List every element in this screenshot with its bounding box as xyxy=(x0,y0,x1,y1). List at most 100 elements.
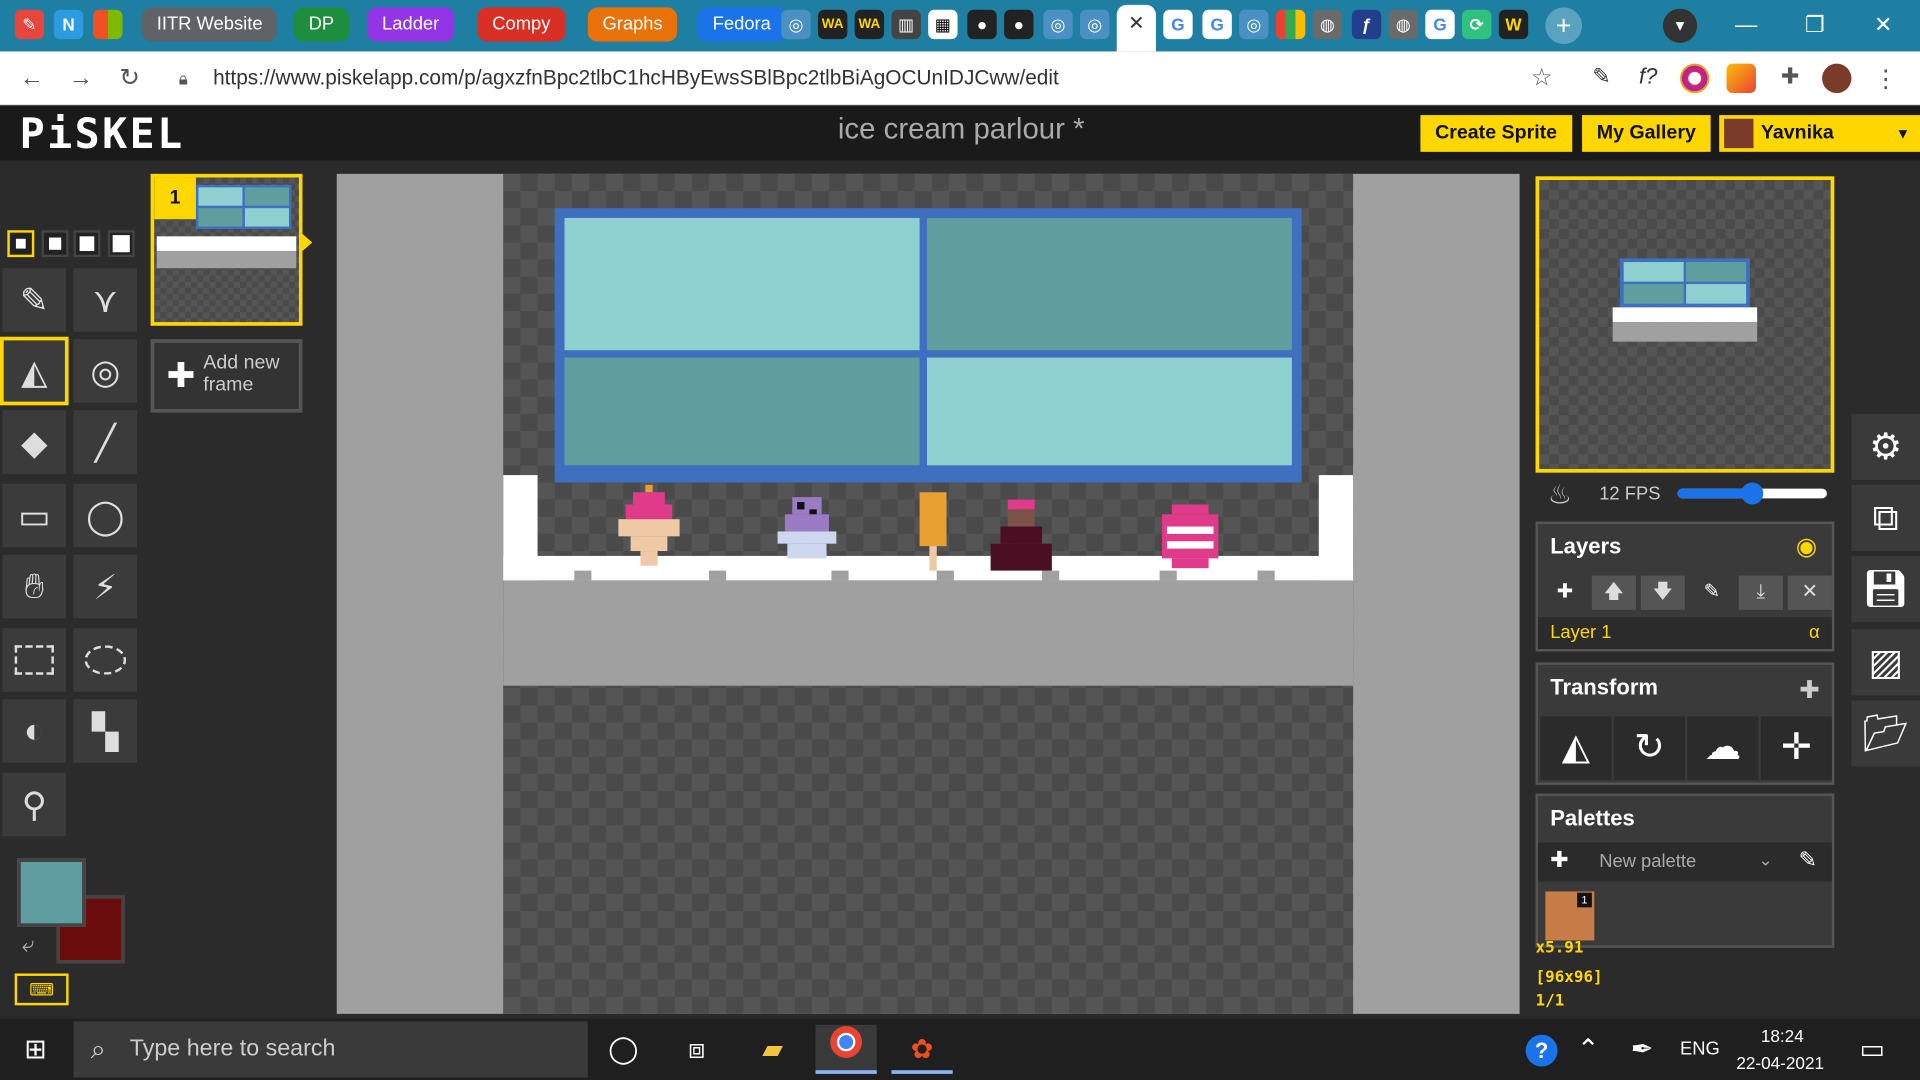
piskel-logo[interactable]: PiSKEL xyxy=(20,110,185,159)
keyboard-shortcuts-icon[interactable]: ⌨ xyxy=(14,973,69,1006)
primary-color-swatch[interactable] xyxy=(17,858,86,927)
tab-group-compy[interactable]: Compy xyxy=(477,7,566,42)
stroke-tool[interactable]: ╱ xyxy=(71,407,140,477)
google-tab-icon[interactable]: G xyxy=(1202,9,1232,40)
move-layer-down-button[interactable]: 🡇︎ xyxy=(1640,575,1685,610)
notification-center-button[interactable]: ▭ xyxy=(1842,1025,1903,1074)
github-tab-icon[interactable]: ● xyxy=(967,9,997,40)
tab-group-graphs[interactable]: Graphs xyxy=(587,7,678,42)
eye-icon[interactable]: ◉ xyxy=(1796,531,1817,562)
chrome-button[interactable] xyxy=(815,1024,877,1074)
wa-tab-icon[interactable]: WA xyxy=(854,9,885,40)
paint-same-color-tool[interactable]: ◎ xyxy=(71,336,140,406)
tab-group-ladder[interactable]: Ladder xyxy=(367,7,454,42)
lighten-tool[interactable]: ◐ xyxy=(0,696,69,766)
profile-avatar[interactable] xyxy=(1822,63,1852,94)
figma-button[interactable]: ✿ xyxy=(891,1025,953,1074)
taskbar-search[interactable]: ⌕ Type here to search xyxy=(73,1021,588,1078)
export-button[interactable]: ▨ xyxy=(1851,629,1920,698)
save-button[interactable]: 💾︎ xyxy=(1851,555,1920,625)
eraser-tool[interactable]: ◆ xyxy=(0,407,69,477)
animation-preview[interactable] xyxy=(1535,176,1835,473)
microsoft-tab-icon[interactable] xyxy=(93,9,123,40)
swap-colors-icon[interactable]: ⤶ xyxy=(22,932,34,958)
book-tab-icon[interactable]: ▥ xyxy=(891,9,921,40)
wa-tab-icon[interactable]: WA xyxy=(817,9,848,40)
plus-icon[interactable]: ✚ xyxy=(1799,675,1820,706)
add-new-frame-button[interactable]: ✚ Add new frame xyxy=(150,339,303,413)
shape-selection-tool[interactable]: ⚡︎ xyxy=(71,552,140,621)
minimize-button[interactable]: — xyxy=(1722,7,1771,41)
reload-button[interactable]: ↻ xyxy=(113,61,147,95)
color-extension-icon[interactable] xyxy=(1680,63,1710,94)
google-tab-icon[interactable]: G xyxy=(1163,9,1193,40)
fps-slider[interactable] xyxy=(1677,482,1827,505)
drawing-canvas[interactable] xyxy=(503,173,1354,1014)
cortana-button[interactable]: ◯ xyxy=(593,1025,654,1074)
settings-button[interactable]: ⚙ xyxy=(1851,413,1920,483)
start-button[interactable]: ⊞ xyxy=(5,1025,66,1074)
move-layer-up-button[interactable]: 🡅︎ xyxy=(1591,575,1636,610)
w-tab-icon[interactable]: W xyxy=(1498,9,1529,40)
fps-slider-thumb[interactable] xyxy=(1741,482,1764,505)
globe-tab-icon[interactable]: ◍ xyxy=(1312,9,1343,40)
piskel-tab-icon[interactable]: ✎ xyxy=(14,9,45,40)
tab-icon[interactable]: ◎ xyxy=(781,9,811,40)
clone-button[interactable]: ☁ xyxy=(1687,716,1759,781)
add-layer-button[interactable]: ✚ xyxy=(1542,575,1587,610)
address-bar[interactable]: 🔒︎ https://www.piskelapp.com/p/agxzfnBpc… xyxy=(164,58,1570,98)
chevron-down-icon[interactable]: ⌄ xyxy=(1758,850,1772,871)
edit-palette-icon[interactable]: ✎ xyxy=(1799,847,1817,873)
edit-layer-button[interactable]: ✎ xyxy=(1689,575,1734,610)
tab-group-dp[interactable]: DP xyxy=(293,7,349,42)
github-tab-icon[interactable]: ● xyxy=(1004,9,1034,40)
puzzle-icon[interactable]: ✚ xyxy=(1776,64,1805,93)
palette-select[interactable]: New palette xyxy=(1599,851,1696,872)
flip-button[interactable]: ◭ xyxy=(1540,716,1612,781)
grid-tab-icon[interactable] xyxy=(1275,9,1306,40)
menu-icon[interactable]: ⋮ xyxy=(1871,64,1900,93)
circle-tool[interactable]: ◯ xyxy=(71,481,140,550)
merge-layer-button[interactable]: ⤓ xyxy=(1738,575,1783,610)
clock-date[interactable]: 22-04-2021 xyxy=(1736,1053,1824,1073)
pen-size-4[interactable] xyxy=(107,230,135,258)
show-hidden-icons[interactable]: ⌃ xyxy=(1558,1025,1619,1074)
create-sprite-button[interactable]: Create Sprite xyxy=(1420,115,1572,152)
palette-color-swatch[interactable]: 1 xyxy=(1545,891,1595,941)
pen-size-2[interactable] xyxy=(41,230,69,258)
star-icon[interactable]: ☆ xyxy=(1531,59,1553,98)
align-button[interactable]: ✛ xyxy=(1760,716,1832,781)
sync-tab-icon[interactable]: ⟳ xyxy=(1462,9,1492,40)
tab-group-iitr-website[interactable]: IITR Website xyxy=(142,7,278,42)
eyedropper-extension-icon[interactable]: ✎ xyxy=(1587,64,1616,93)
tab-search-button[interactable]: ▼ xyxy=(1662,8,1698,43)
lasso-selection-tool[interactable] xyxy=(71,625,140,695)
pen-tool[interactable]: ✎ xyxy=(0,265,69,335)
back-button[interactable]: ← xyxy=(15,61,49,95)
restore-button[interactable]: ❐ xyxy=(1790,7,1839,41)
frame-thumbnail-1[interactable]: 1 xyxy=(150,173,303,326)
close-icon[interactable]: ✕ xyxy=(1117,5,1156,44)
pen-icon[interactable]: ✒ xyxy=(1611,1025,1672,1074)
task-view-button[interactable]: ⧈ xyxy=(666,1025,727,1074)
font-extension-icon[interactable]: f? xyxy=(1633,64,1662,93)
f-tab-icon[interactable]: ƒ xyxy=(1351,9,1382,40)
new-tab-button[interactable]: + xyxy=(1545,7,1583,45)
tab-icon[interactable]: ◎ xyxy=(1239,9,1269,40)
layer-alpha[interactable]: α xyxy=(1809,622,1820,643)
my-gallery-button[interactable]: My Gallery xyxy=(1582,115,1711,152)
onion-skin-icon[interactable]: ♨ xyxy=(1548,479,1572,511)
tab-icon[interactable]: ◎ xyxy=(1080,9,1110,40)
rotate-button[interactable]: ↻ xyxy=(1613,716,1685,781)
tab-icon[interactable]: N xyxy=(53,9,84,40)
add-palette-icon[interactable]: ✚ xyxy=(1550,847,1568,873)
resize-button[interactable]: ⧉ xyxy=(1851,484,1920,554)
user-menu-button[interactable]: Yavnika Garg ▼ xyxy=(1719,115,1920,180)
dithering-tool[interactable]: ▚ xyxy=(71,696,140,766)
clock-time[interactable]: 18:24 xyxy=(1761,1026,1804,1046)
active-tab[interactable]: ✕ xyxy=(1116,4,1156,52)
pen-size-1[interactable] xyxy=(7,230,35,258)
file-explorer-button[interactable]: ▰ xyxy=(742,1025,803,1074)
import-button[interactable]: 📂︎ xyxy=(1851,700,1920,769)
rectangle-tool[interactable]: ▭ xyxy=(0,481,69,550)
